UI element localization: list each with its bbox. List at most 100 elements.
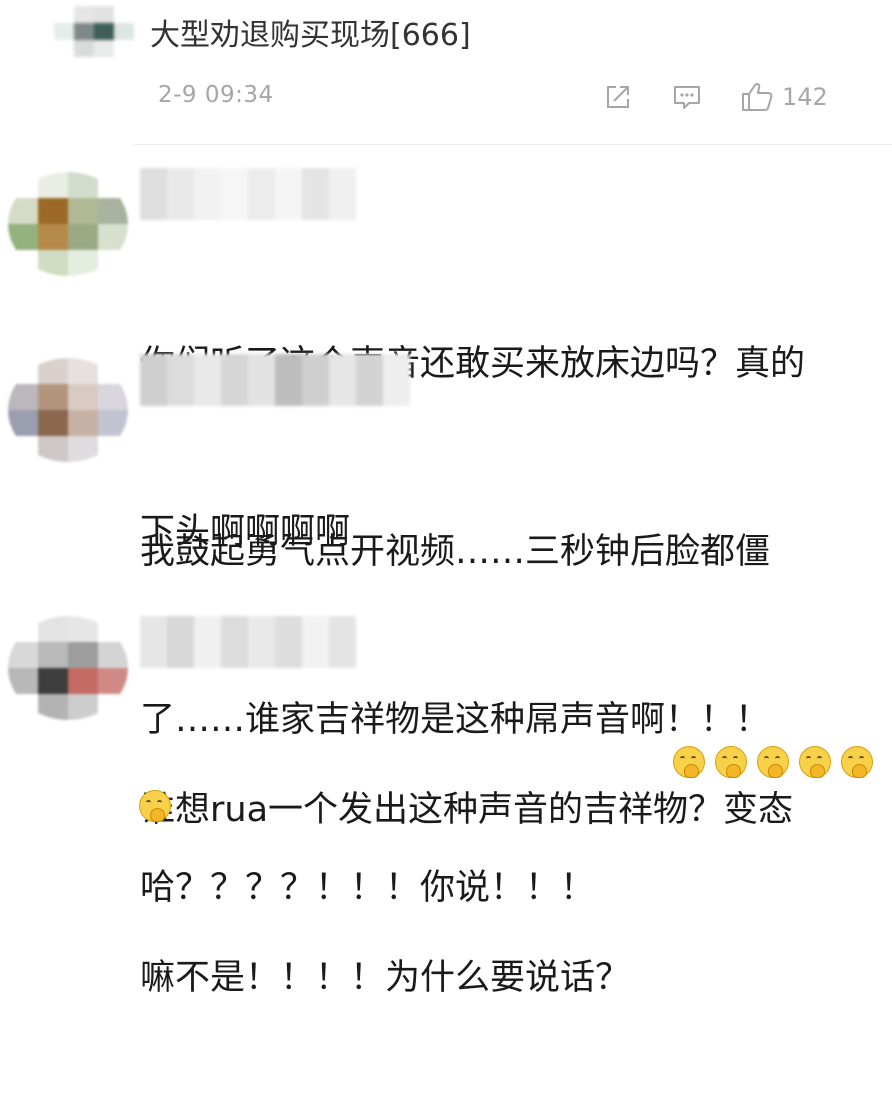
mosaic-tile bbox=[194, 354, 221, 406]
mosaic-tile bbox=[275, 616, 302, 668]
mosaic-tile bbox=[140, 354, 167, 406]
avatar[interactable] bbox=[8, 616, 128, 720]
mosaic-tile bbox=[8, 172, 38, 198]
mosaic-tile bbox=[68, 694, 98, 720]
mosaic-tile bbox=[8, 410, 38, 436]
mosaic-tile bbox=[38, 198, 68, 224]
mosaic-tile bbox=[221, 354, 248, 406]
comment-button[interactable] bbox=[672, 78, 702, 116]
mosaic-tile bbox=[38, 384, 68, 410]
mosaic-tile bbox=[167, 354, 194, 406]
comment-line: 嘛不是！！！！为什么要说话？ bbox=[140, 958, 631, 998]
reply-text: 大型劝退购买现场[666] bbox=[150, 18, 471, 53]
mosaic-tile bbox=[8, 384, 38, 410]
mosaic-tile bbox=[68, 224, 98, 250]
mosaic-tile bbox=[68, 198, 98, 224]
mosaic-tile bbox=[68, 384, 98, 410]
thinking-emoji bbox=[756, 744, 790, 780]
like-count: 142 bbox=[782, 83, 828, 111]
reply-timestamp: 2-9 09:34 bbox=[158, 82, 274, 108]
thumbs-up-icon bbox=[742, 83, 773, 111]
mosaic-tile bbox=[54, 40, 74, 57]
mosaic-tile bbox=[94, 6, 114, 23]
thinking-emoji bbox=[714, 744, 748, 780]
mosaic-tile bbox=[68, 436, 98, 462]
comment-text: 谁想rua一个发出这种声音的吉祥物？变态 嘛不是！！！！为什么要说话？ bbox=[140, 670, 793, 1118]
mosaic-tile bbox=[8, 436, 38, 462]
mosaic-tile bbox=[68, 410, 98, 436]
mosaic-tile bbox=[74, 23, 94, 40]
mosaic-tile bbox=[194, 168, 221, 220]
avatar[interactable] bbox=[8, 358, 128, 462]
mosaic-tile bbox=[140, 168, 167, 220]
mosaic-tile bbox=[114, 40, 134, 57]
mosaic-tile bbox=[94, 23, 114, 40]
reply-avatar[interactable] bbox=[54, 6, 134, 58]
share-icon bbox=[607, 86, 629, 108]
share-button[interactable] bbox=[604, 78, 632, 116]
mosaic-tile bbox=[275, 168, 302, 220]
mosaic-tile bbox=[329, 168, 356, 220]
mosaic-tile bbox=[248, 616, 275, 668]
avatar[interactable] bbox=[8, 172, 128, 276]
comment-item: 我鼓起勇气点开视频……三秒钟后脸都僵 了……谁家吉祥物是这种屌声音啊！！！ 哈？… bbox=[0, 350, 892, 908]
reply-meta-bar: 2-9 09:34 142 bbox=[150, 78, 840, 116]
mosaic-tile bbox=[68, 616, 98, 642]
mosaic-tile bbox=[114, 6, 134, 23]
mosaic-tile bbox=[38, 172, 68, 198]
mosaic-tile bbox=[8, 616, 38, 642]
mosaic-tile bbox=[38, 668, 68, 694]
mosaic-tile bbox=[68, 668, 98, 694]
mosaic-tile bbox=[94, 40, 114, 57]
comment-item: 你们听了这个声音还敢买来放床边吗？真的 下头啊啊啊啊 bbox=[0, 164, 892, 552]
mosaic-tile bbox=[114, 23, 134, 40]
thinking-emoji bbox=[138, 788, 172, 824]
mosaic-tile bbox=[194, 616, 221, 668]
mosaic-tile bbox=[329, 616, 356, 668]
mosaic-tile bbox=[54, 23, 74, 40]
mosaic-tile bbox=[98, 172, 128, 198]
mosaic-tile bbox=[221, 616, 248, 668]
mosaic-tile bbox=[8, 642, 38, 668]
emoji-row bbox=[139, 744, 882, 822]
mosaic-tile bbox=[302, 354, 329, 406]
mosaic-tile bbox=[98, 616, 128, 642]
username[interactable] bbox=[140, 354, 410, 406]
mosaic-tile bbox=[383, 354, 410, 406]
like-button[interactable]: 142 bbox=[740, 78, 828, 116]
username[interactable] bbox=[140, 168, 356, 220]
mosaic-tile bbox=[356, 354, 383, 406]
mosaic-tile bbox=[98, 250, 128, 276]
comment-line: 谁想rua一个发出这种声音的吉祥物？变态 bbox=[140, 790, 794, 830]
mosaic-tile bbox=[68, 250, 98, 276]
mosaic-tile bbox=[38, 436, 68, 462]
mosaic-tile bbox=[302, 616, 329, 668]
mosaic-tile bbox=[98, 642, 128, 668]
mosaic-tile bbox=[38, 224, 68, 250]
mosaic-tile bbox=[68, 172, 98, 198]
comment-line: 我鼓起勇气点开视频……三秒钟后脸都僵 bbox=[140, 532, 771, 572]
mosaic-tile bbox=[167, 616, 194, 668]
comment-item: 谁想rua一个发出这种声音的吉祥物？变态 嘛不是！！！！为什么要说话？ bbox=[0, 612, 892, 998]
mosaic-tile bbox=[68, 642, 98, 668]
mosaic-tile bbox=[98, 358, 128, 384]
username[interactable] bbox=[140, 616, 356, 668]
comment-icon bbox=[674, 86, 700, 109]
thinking-emoji bbox=[798, 744, 832, 780]
mosaic-tile bbox=[140, 616, 167, 668]
mosaic-tile bbox=[98, 668, 128, 694]
mosaic-tile bbox=[38, 694, 68, 720]
mosaic-tile bbox=[38, 358, 68, 384]
mosaic-tile bbox=[98, 224, 128, 250]
mosaic-tile bbox=[98, 384, 128, 410]
mosaic-tile bbox=[38, 250, 68, 276]
mosaic-tile bbox=[98, 410, 128, 436]
mosaic-tile bbox=[8, 198, 38, 224]
mosaic-tile bbox=[74, 6, 94, 23]
thinking-emoji bbox=[840, 744, 874, 780]
mosaic-tile bbox=[98, 198, 128, 224]
mosaic-tile bbox=[38, 616, 68, 642]
mosaic-tile bbox=[38, 642, 68, 668]
mosaic-tile bbox=[38, 410, 68, 436]
mosaic-tile bbox=[8, 694, 38, 720]
